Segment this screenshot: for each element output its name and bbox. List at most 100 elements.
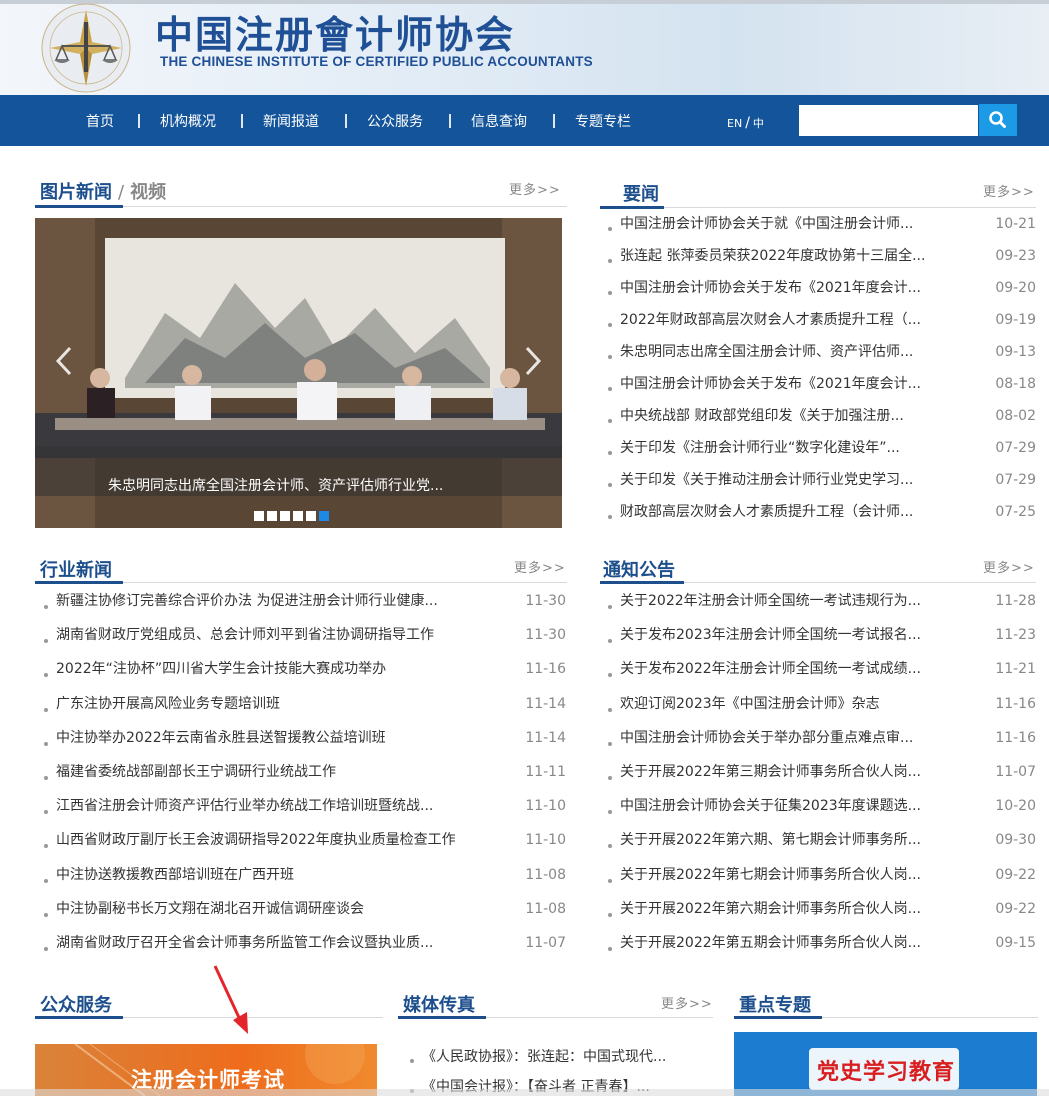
bullet-icon: [608, 639, 612, 644]
party-history-banner[interactable]: 党史学习教育: [734, 1032, 1037, 1096]
media-more-link[interactable]: 更多>>: [661, 993, 713, 1012]
nav-item-public-service[interactable]: 公众服务: [367, 95, 423, 146]
item-date: 10-20: [995, 798, 1036, 815]
item-title: 中国注册会计师协会关于举办部分重点难点审...: [620, 729, 914, 746]
list-item[interactable]: 关于开展2022年第六期、第七期会计师事务所... 09-30: [608, 829, 1036, 863]
party-history-banner-text: 党史学习教育: [817, 1059, 956, 1085]
item-title: 关于开展2022年第三期会计师事务所合伙人岗...: [620, 763, 921, 780]
nav-item-home[interactable]: 首页: [86, 95, 114, 146]
item-title: 中国注册会计师协会关于发布《2021年度会计...: [620, 280, 921, 296]
list-item[interactable]: 中注协副秘书长万文翔在湖北召开诚信调研座谈会 11-08: [44, 898, 566, 932]
list-item[interactable]: 朱忠明同志出席全国注册会计师、资产评估师... 09-13: [608, 341, 1036, 373]
list-item[interactable]: 2022年“注协杯”四川省大学生会计技能大赛成功举办 11-16: [44, 658, 566, 692]
bullet-icon: [44, 810, 48, 815]
list-item[interactable]: 福建省委统战部副部长王宁调研行业统战工作 11-11: [44, 761, 566, 795]
list-item[interactable]: 关于发布2022年注册会计师全国统一考试成绩... 11-21: [608, 658, 1036, 692]
list-item[interactable]: 中央统战部 财政部党组印发《关于加强注册... 08-02: [608, 405, 1036, 437]
nav-item-about[interactable]: 机构概况: [160, 95, 216, 146]
item-date: 10-21: [995, 216, 1036, 232]
bullet-icon: [44, 741, 48, 746]
list-item[interactable]: 关于印发《关于推动注册会计师行业党史学习... 07-29: [608, 469, 1036, 501]
list-item[interactable]: 新疆注协修订完善综合评价办法 为促进注册会计师行业健康... 11-30: [44, 590, 566, 624]
item-title: 中国注册会计师协会关于征集2023年度课题选...: [620, 798, 921, 815]
list-item[interactable]: 湖南省财政厅召开全省会计师事务所监管工作会议暨执业质... 11-07: [44, 932, 566, 966]
bullet-icon: [608, 483, 612, 487]
nav-item-special-topics[interactable]: 专题专栏: [575, 95, 631, 146]
list-item[interactable]: 关于开展2022年第五期会计师事务所合伙人岗... 09-15: [608, 932, 1036, 966]
item-title: 2022年“注协杯”四川省大学生会计技能大赛成功举办: [56, 661, 387, 678]
slide-dot[interactable]: [280, 511, 290, 521]
list-item[interactable]: 2022年财政部高层次财会人才素质提升工程（... 09-19: [608, 309, 1036, 341]
list-item[interactable]: 中国注册会计师协会关于举办部分重点难点审... 11-16: [608, 727, 1036, 761]
list-item[interactable]: 欢迎订阅2023年《中国注册会计师》杂志 11-16: [608, 693, 1036, 727]
photo-news-tab[interactable]: 图片新闻: [40, 182, 112, 203]
photo-slider[interactable]: 朱忠明同志出席全国注册会计师、资产评估师行业党...: [35, 218, 562, 528]
slide-caption[interactable]: 朱忠明同志出席全国注册会计师、资产评估师行业党...: [108, 475, 443, 495]
bullet-icon: [44, 707, 48, 712]
cicpa-logo-icon[interactable]: [40, 2, 132, 94]
list-item[interactable]: 广东注协开展高风险业务专题培训班 11-14: [44, 693, 566, 727]
search-input[interactable]: [799, 105, 978, 136]
list-item[interactable]: 关于开展2022年第三期会计师事务所合伙人岗... 11-07: [608, 761, 1036, 795]
bullet-icon: [608, 707, 612, 712]
slide-dot[interactable]: [267, 511, 277, 521]
list-item[interactable]: 中国注册会计师协会关于征集2023年度课题选... 10-20: [608, 795, 1036, 829]
bullet-icon: [608, 323, 612, 327]
nav-separator: [345, 114, 347, 128]
item-date: 09-13: [995, 344, 1036, 360]
nav-item-info-query[interactable]: 信息查询: [471, 95, 527, 146]
video-tab[interactable]: 视频: [130, 182, 166, 203]
nav-item-news[interactable]: 新闻报道: [263, 95, 319, 146]
photo-news-more-link[interactable]: 更多>>: [509, 179, 561, 198]
bullet-icon: [608, 776, 612, 781]
list-item[interactable]: 关于开展2022年第六期会计师事务所合伙人岗... 09-22: [608, 898, 1036, 932]
bullet-icon: [44, 912, 48, 917]
slide-dot[interactable]: [254, 511, 264, 521]
list-item[interactable]: 财政部高层次财会人才素质提升工程（会计师... 07-25: [608, 501, 1036, 533]
list-item[interactable]: 关于印发《注册会计师行业“数字化建设年”... 07-29: [608, 437, 1036, 469]
list-item[interactable]: 中注协送教援教西部培训班在广西开班 11-08: [44, 864, 566, 898]
bullet-icon: [608, 419, 612, 423]
slide-dot[interactable]: [293, 511, 303, 521]
public-service-heading[interactable]: 公众服务: [40, 991, 112, 1017]
prev-slide-icon[interactable]: [55, 346, 73, 376]
list-item[interactable]: 中注协举办2022年云南省永胜县送智援教公益培训班 11-14: [44, 727, 566, 761]
item-title: 湖南省财政厅党组成员、总会计师刘平到省注协调研指导工作: [56, 627, 434, 644]
list-item[interactable]: 湖南省财政厅党组成员、总会计师刘平到省注协调研指导工作 11-30: [44, 624, 566, 658]
list-item[interactable]: 关于开展2022年第七期会计师事务所合伙人岗... 09-22: [608, 864, 1036, 898]
list-item[interactable]: 中国注册会计师协会关于发布《2021年度会计... 09-20: [608, 277, 1036, 309]
lang-cn-link[interactable]: 中: [753, 117, 764, 130]
slide-dot[interactable]: [306, 511, 316, 521]
industry-news-underline: [35, 581, 567, 584]
tab-separator: /: [118, 182, 125, 203]
list-item[interactable]: 江西省注册会计师资产评估行业举办统战工作培训班暨统战... 11-10: [44, 795, 566, 829]
search-button[interactable]: [979, 104, 1017, 136]
yaowen-more-link[interactable]: 更多>>: [983, 181, 1035, 200]
list-item[interactable]: 《人民政协报》：张连起：中国式现代...: [410, 1046, 710, 1076]
notices-heading[interactable]: 通知公告: [603, 556, 675, 582]
language-switch: EN / 中: [727, 95, 764, 146]
item-date: 11-21: [995, 661, 1036, 678]
industry-news-more-link[interactable]: 更多>>: [514, 557, 566, 576]
item-date: 11-10: [525, 832, 566, 849]
list-item[interactable]: 关于2022年注册会计师全国统一考试违规行为... 11-28: [608, 590, 1036, 624]
list-item[interactable]: 关于发布2023年注册会计师全国统一考试报名... 11-23: [608, 624, 1036, 658]
slide-dot[interactable]: [319, 511, 329, 521]
list-item[interactable]: 中国注册会计师协会关于就《中国注册会计师... 10-21: [608, 213, 1036, 245]
item-title: 关于印发《注册会计师行业“数字化建设年”...: [620, 440, 900, 456]
notices-more-link[interactable]: 更多>>: [983, 557, 1035, 576]
topics-underline: [734, 1016, 1038, 1019]
item-title: 关于开展2022年第六期、第七期会计师事务所...: [620, 832, 921, 849]
yaowen-heading[interactable]: 要闻: [623, 180, 659, 206]
list-item[interactable]: 中国注册会计师协会关于发布《2021年度会计... 08-18: [608, 373, 1036, 405]
next-slide-icon[interactable]: [524, 346, 542, 376]
bullet-icon: [608, 355, 612, 359]
media-heading[interactable]: 媒体传真: [403, 991, 475, 1017]
list-item[interactable]: 张连起 张萍委员荣获2022年度政协第十三届全... 09-23: [608, 245, 1036, 277]
list-item[interactable]: 山西省财政厅副厅长王会波调研指导2022年度执业质量检查工作 11-10: [44, 829, 566, 863]
bullet-icon: [608, 878, 612, 883]
lang-en-link[interactable]: EN: [727, 117, 742, 130]
industry-news-heading[interactable]: 行业新闻: [40, 556, 112, 582]
topics-heading[interactable]: 重点专题: [739, 991, 811, 1017]
item-date: 11-08: [525, 866, 566, 883]
